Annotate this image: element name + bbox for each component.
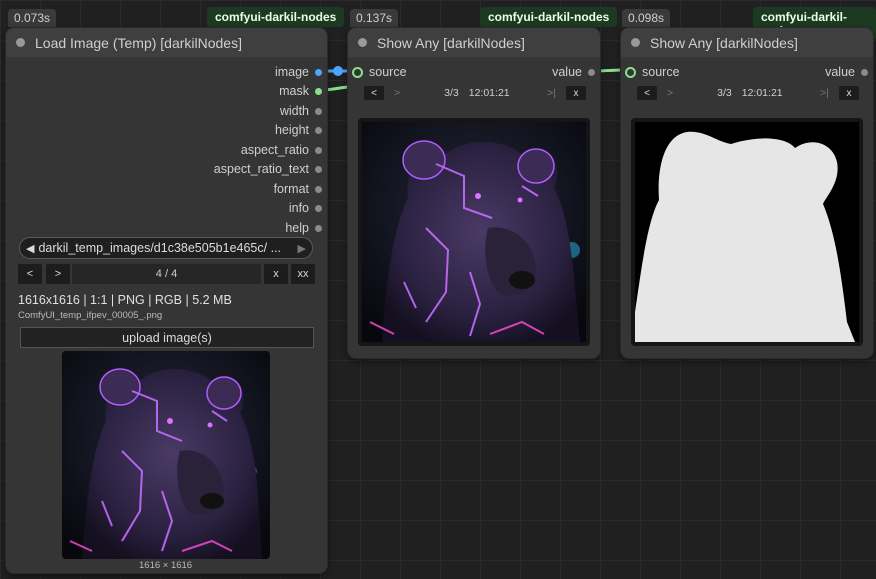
output-port[interactable] [861,68,868,76]
history-last-button[interactable]: >| [547,87,556,99]
exec-time-badge: 0.137s [350,9,399,27]
history-time: 12:01:21 [741,87,783,99]
input-source[interactable]: source [625,65,680,79]
node-title-bar[interactable]: Show Any [darkilNodes] [621,28,873,57]
history-next-button[interactable]: > [667,87,673,99]
remove-all-button[interactable]: xx [291,264,315,284]
exec-time-badge: 0.098s [622,9,671,27]
output-port[interactable] [315,185,322,193]
show-image-frame [358,118,590,346]
history-close-button[interactable]: x [839,86,859,100]
image-file-combo[interactable]: ◀ darkil_temp_images/d1c38e505b1e465c/ .… [19,237,313,259]
output-label: help [285,221,309,235]
output-port[interactable] [315,126,322,134]
output-port[interactable] [315,165,322,173]
history-bar: < > 3/3 12:01:21 >| x [637,85,859,101]
node-title: Load Image (Temp) [darkilNodes] [35,34,242,51]
output-image[interactable]: image [275,65,327,79]
collapse-dot[interactable] [631,38,640,47]
output-label: width [279,104,309,118]
output-port[interactable] [588,68,595,76]
input-source[interactable]: source [352,65,407,79]
load-image-node[interactable]: Load Image (Temp) [darkilNodes] image ma… [6,28,327,573]
output-height[interactable]: height [275,123,327,137]
bear-image [62,351,270,559]
wire-reroute-dot [333,66,343,76]
history-close-button[interactable]: x [566,86,586,100]
exec-time-badge: 0.073s [8,9,57,27]
output-aspect-ratio-text[interactable]: aspect_ratio_text [214,162,327,176]
upload-image-button[interactable]: upload image(s) [20,327,314,348]
history-last-button[interactable]: >| [820,87,829,99]
image-info-line: 1616x1616 | 1:1 | PNG | RGB | 5.2 MB [18,293,232,307]
combo-value: darkil_temp_images/d1c38e505b1e465c/ ... [38,241,281,255]
history-index: 3/3 [444,87,459,99]
show-any-node-1[interactable]: Show Any [darkilNodes] source value < > … [348,28,600,358]
collapse-dot[interactable] [16,38,25,47]
output-port[interactable] [315,146,322,154]
output-port[interactable] [315,68,322,76]
image-preview [62,351,270,559]
output-aspect-ratio[interactable]: aspect_ratio [241,143,327,157]
show-mask-frame [631,118,863,346]
output-label: mask [279,84,309,98]
node-title-bar[interactable]: Show Any [darkilNodes] [348,28,600,57]
output-port[interactable] [315,204,322,212]
node-title: Show Any [darkilNodes] [377,34,525,51]
output-label: value [825,65,855,79]
output-label: format [273,182,309,196]
output-info[interactable]: info [289,201,327,215]
show-any-node-2[interactable]: Show Any [darkilNodes] source value < > … [621,28,873,358]
mask-image [635,122,859,342]
output-label: aspect_ratio [240,143,309,157]
preview-caption: 1616 × 1616 [139,560,193,571]
bear-image [362,122,586,342]
output-label: aspect_ratio_text [213,162,309,176]
output-label: value [552,65,582,79]
output-value[interactable]: value [552,65,600,79]
image-page-indicator: 4 / 4 [72,264,261,284]
output-label: height [274,123,309,137]
combo-next-arrow[interactable]: ▶ [298,242,306,255]
node-title: Show Any [darkilNodes] [650,34,798,51]
next-image-button[interactable]: > [46,264,70,284]
image-filename: ComfyUI_temp_ifpev_00005_.png [18,310,163,321]
node-title-bar[interactable]: Load Image (Temp) [darkilNodes] [6,28,327,57]
output-port[interactable] [315,87,322,95]
combo-prev-arrow[interactable]: ◀ [26,242,34,255]
output-width[interactable]: width [280,104,327,118]
output-value[interactable]: value [825,65,873,79]
history-time: 12:01:21 [468,87,510,99]
node-pack-badge: comfyui-darkil-nodes [480,7,618,27]
history-bar: < > 3/3 12:01:21 >| x [364,85,586,101]
output-mask[interactable]: mask [279,84,327,98]
node-pack-badge: comfyui-darkil-nodes [207,7,345,27]
input-label: source [369,65,407,79]
output-port[interactable] [315,224,322,232]
output-label: image [274,65,309,79]
output-port[interactable] [315,107,322,115]
history-next-button[interactable]: > [394,87,400,99]
output-format[interactable]: format [274,182,327,196]
prev-image-button[interactable]: < [18,264,42,284]
history-index: 3/3 [717,87,732,99]
history-prev-button[interactable]: < [637,86,657,100]
remove-image-button[interactable]: x [264,264,288,284]
input-port[interactable] [352,66,363,78]
input-label: source [642,65,680,79]
output-help[interactable]: help [285,221,327,235]
output-label: info [288,201,309,215]
collapse-dot[interactable] [358,38,367,47]
history-prev-button[interactable]: < [364,86,384,100]
input-port[interactable] [625,66,636,78]
